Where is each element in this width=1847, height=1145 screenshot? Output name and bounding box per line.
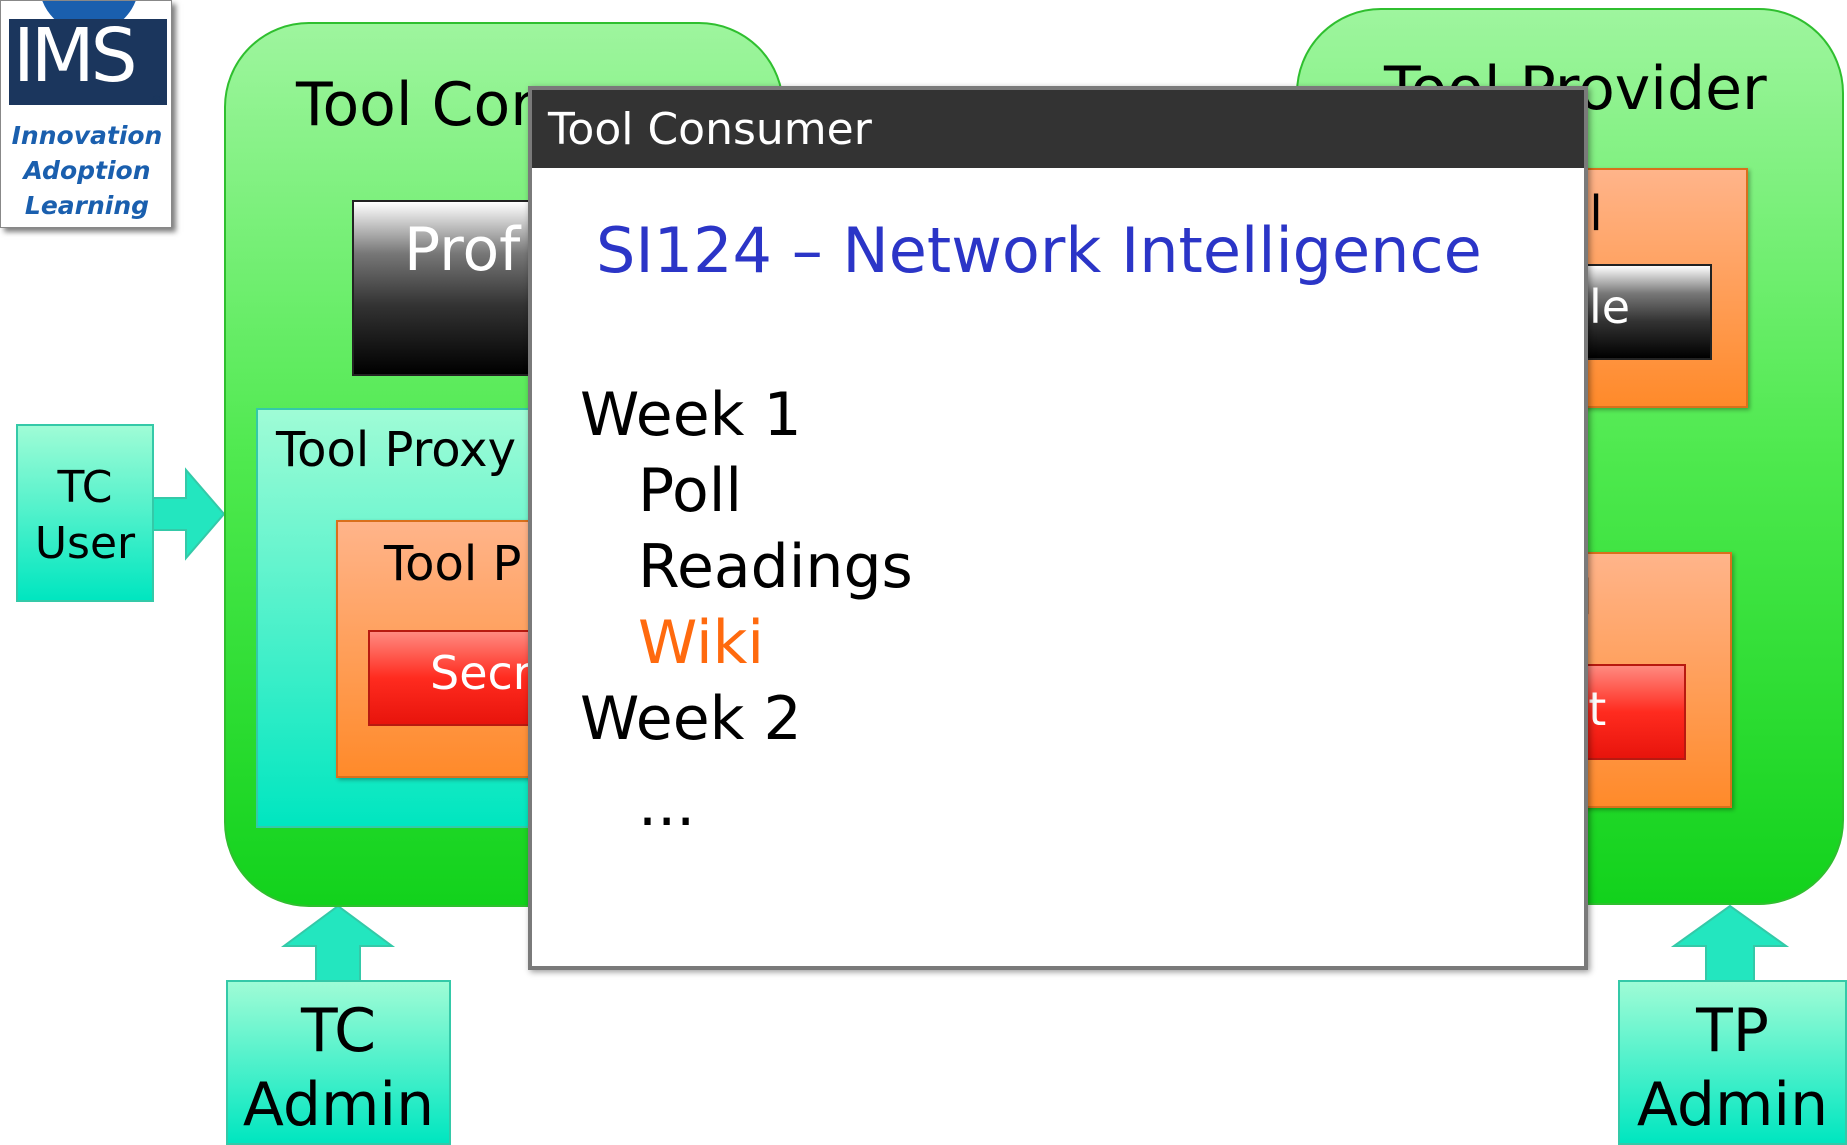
outline-item-readings[interactable]: Readings: [638, 532, 913, 602]
tp-admin-label-line2: Admin: [1636, 1070, 1829, 1140]
tp-admin-arrow: [1670, 904, 1790, 983]
tc-user-label-line1: TC: [57, 462, 113, 513]
outline-more: ...: [638, 770, 696, 840]
outline-week-1[interactable]: Week 1: [580, 380, 802, 450]
window-title: Tool Consumer: [548, 104, 872, 155]
tc-user-label-line2: User: [34, 518, 136, 569]
tool-consumer-profile-label: Prof: [404, 215, 521, 285]
outline-item-wiki[interactable]: Wiki: [638, 608, 764, 678]
tool-proxy-label: Tool Proxy: [276, 422, 516, 478]
tp-admin-label-line1: TP: [1696, 996, 1769, 1066]
tc-admin-label-line2: Admin: [242, 1070, 435, 1140]
tool-proxy-inner-label: Tool P: [384, 536, 522, 592]
tc-admin-label: TC Admin: [226, 994, 451, 1142]
tc-user-arrow: [151, 467, 226, 561]
tc-user-label: TC User: [16, 460, 154, 572]
tp-admin-label: TP Admin: [1618, 994, 1847, 1142]
tool-consumer-panel-title: Tool Con: [296, 70, 549, 140]
outline-item-poll[interactable]: Poll: [638, 456, 742, 526]
tc-admin-arrow: [280, 904, 396, 983]
outline-week-2[interactable]: Week 2: [580, 684, 802, 754]
tool-consumer-secret-label: Secr: [430, 646, 532, 700]
course-title: SI124 – Network Intelligence: [596, 214, 1482, 287]
tc-admin-label-line1: TC: [300, 996, 377, 1066]
